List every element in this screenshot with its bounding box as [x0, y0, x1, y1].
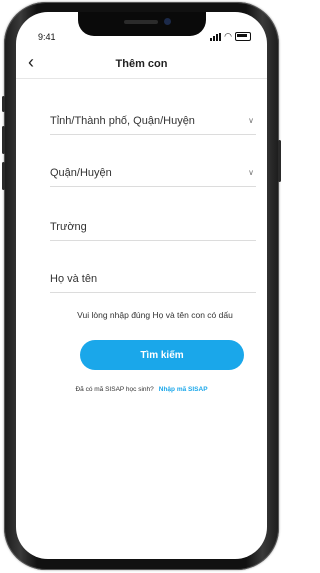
notch — [78, 12, 206, 36]
school-label: Trường — [50, 221, 87, 233]
chevron-down-icon: ∨ — [248, 168, 254, 177]
header-bar: ‹ Thêm con — [16, 50, 267, 79]
search-button[interactable]: Tìm kiếm — [80, 340, 244, 370]
status-time: 9:41 — [38, 32, 56, 42]
name-hint: Vui lòng nhập đúng Họ và tên con có dấu — [77, 310, 233, 320]
fullname-field[interactable]: Họ và tên — [50, 266, 256, 293]
fullname-label: Họ và tên — [50, 273, 98, 285]
chevron-down-icon: ∨ — [248, 116, 254, 125]
district-label: Quận/Huyện — [50, 167, 112, 179]
school-field[interactable]: Trường — [50, 214, 256, 241]
wifi-icon: ◠ — [224, 31, 232, 41]
side-button-volume-up — [2, 126, 5, 154]
side-button-mute — [2, 96, 5, 112]
front-camera — [164, 18, 171, 25]
side-button-volume-down — [2, 162, 5, 190]
side-button-power — [278, 140, 281, 182]
enter-sisap-link[interactable]: Nhập mã SISAP — [159, 386, 208, 393]
battery-icon — [235, 32, 251, 41]
sisap-question: Đã có mã SISAP học sinh? — [75, 386, 154, 393]
status-icons: ◠ — [210, 31, 251, 42]
speaker-grill — [124, 20, 158, 24]
province-district-label: Tỉnh/Thành phố, Quận/Huyện — [50, 115, 195, 127]
phone-screen: 9:41 ◠ ‹ Thêm con Tỉnh/Thành phố, Quận/H… — [16, 12, 267, 559]
signal-icon — [210, 32, 222, 41]
district-select[interactable]: Quận/Huyện ∨ — [50, 160, 256, 187]
province-district-select[interactable]: Tỉnh/Thành phố, Quận/Huyện ∨ — [50, 108, 256, 135]
page-title: Thêm con — [115, 58, 168, 70]
sisap-footer: Đã có mã SISAP học sinh? Nhập mã SISAP — [16, 386, 267, 393]
